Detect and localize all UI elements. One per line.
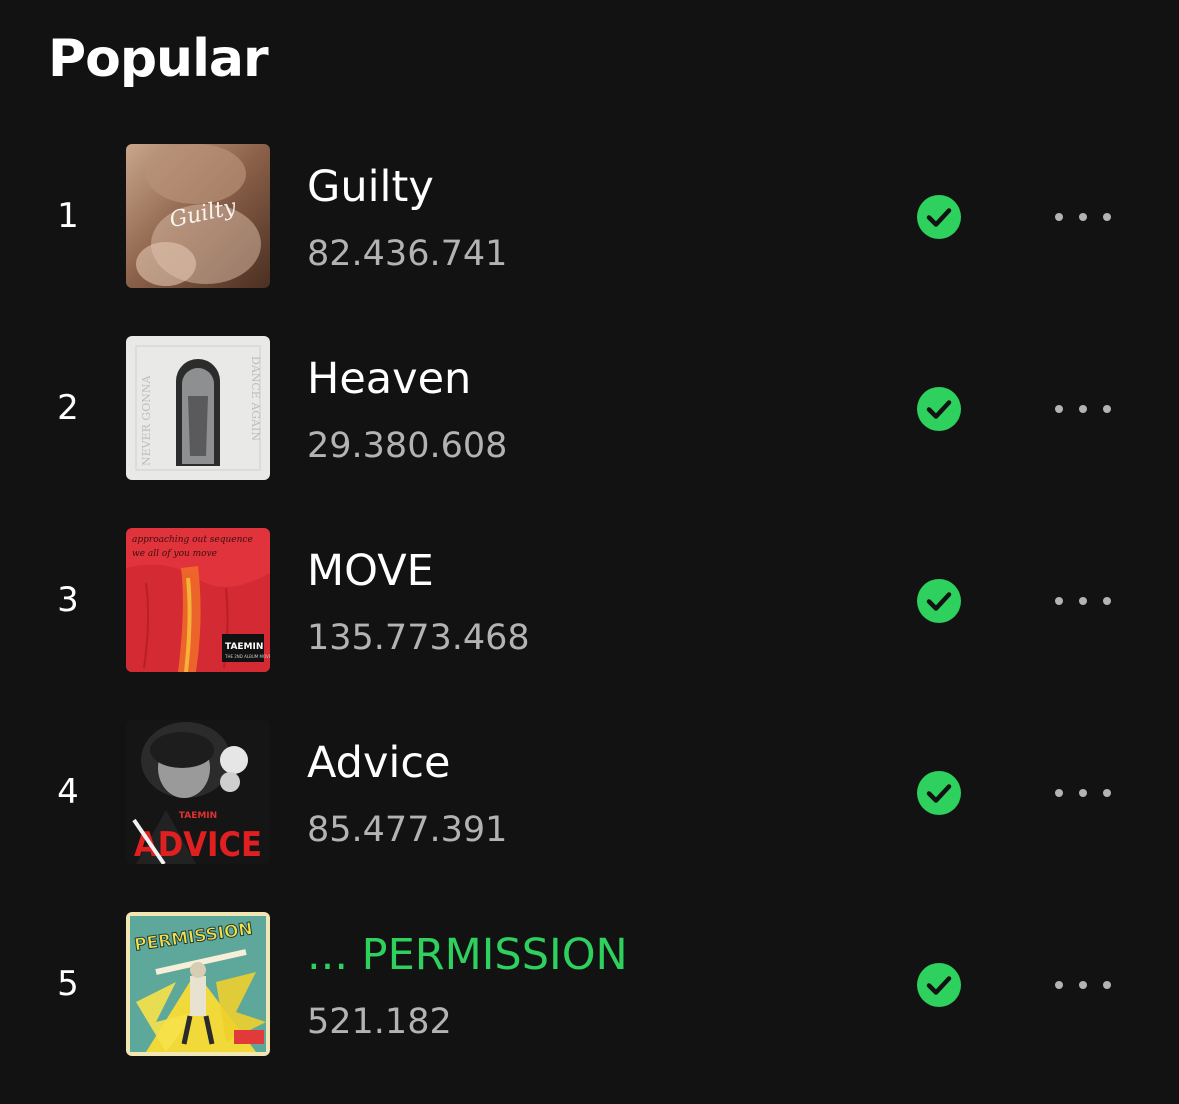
svg-text:we all of you move: we all of you move: [132, 549, 217, 559]
album-art-image: PERMISSION: [126, 912, 270, 1056]
track-rank: 5: [57, 964, 79, 1004]
track-title[interactable]: ... PERMISSION: [307, 928, 628, 982]
more-options-icon[interactable]: [1050, 202, 1116, 232]
svg-text:THE 2ND ALBUM MOVE: THE 2ND ALBUM MOVE: [224, 654, 270, 659]
more-options-icon[interactable]: [1050, 394, 1116, 424]
album-art-image: TAEMIN ADVICE: [126, 720, 270, 864]
track-row[interactable]: 4 TAEMIN ADVICE Advice 85.477.391: [0, 720, 1179, 864]
track-title[interactable]: Heaven: [307, 352, 471, 406]
track-title[interactable]: MOVE: [307, 544, 434, 598]
track-play-count: 29.380.608: [307, 426, 508, 466]
track-row[interactable]: 1 Guilty Guilty 82.436.741: [0, 144, 1179, 288]
album-art: TAEMIN ADVICE: [126, 720, 270, 864]
section-title: Popular: [48, 29, 269, 89]
track-row[interactable]: 5 PERMISSION ... PERMISSION 521.182: [0, 912, 1179, 1056]
track-rank: 3: [57, 580, 79, 620]
track-list: 1 Guilty Guilty 82.436.741 2 NEVER GONNA…: [0, 144, 1179, 1104]
more-options-icon[interactable]: [1050, 778, 1116, 808]
track-play-count: 85.477.391: [307, 810, 508, 850]
album-art: NEVER GONNA DANCE AGAIN: [126, 336, 270, 480]
track-row[interactable]: 3 approaching out sequence we all of you…: [0, 528, 1179, 672]
svg-text:approaching out sequence: approaching out sequence: [132, 535, 253, 545]
track-play-count: 135.773.468: [307, 618, 530, 658]
check-circle-icon[interactable]: [916, 770, 962, 816]
track-play-count: 521.182: [307, 1002, 452, 1042]
album-art-image: approaching out sequence we all of you m…: [126, 528, 270, 672]
check-circle-icon[interactable]: [916, 578, 962, 624]
track-title[interactable]: Advice: [307, 736, 450, 790]
track-rank: 2: [57, 388, 79, 428]
check-circle-icon[interactable]: [916, 962, 962, 1008]
album-art-image: Guilty: [126, 144, 270, 288]
more-options-icon[interactable]: [1050, 586, 1116, 616]
svg-text:TAEMIN: TAEMIN: [225, 642, 263, 652]
album-art: approaching out sequence we all of you m…: [126, 528, 270, 672]
more-options-icon[interactable]: [1050, 970, 1116, 1000]
album-art: Guilty: [126, 144, 270, 288]
track-rank: 4: [57, 772, 79, 812]
album-art-image: NEVER GONNA DANCE AGAIN: [126, 336, 270, 480]
track-title[interactable]: Guilty: [307, 160, 434, 214]
svg-text:DANCE AGAIN: DANCE AGAIN: [249, 356, 262, 441]
check-circle-icon[interactable]: [916, 386, 962, 432]
track-play-count: 82.436.741: [307, 234, 508, 274]
check-circle-icon[interactable]: [916, 194, 962, 240]
album-art: PERMISSION: [126, 912, 270, 1056]
svg-text:NEVER GONNA: NEVER GONNA: [140, 375, 153, 466]
svg-text:TAEMIN: TAEMIN: [179, 811, 217, 821]
track-rank: 1: [57, 196, 79, 236]
svg-text:ADVICE: ADVICE: [134, 825, 262, 864]
track-row[interactable]: 2 NEVER GONNA DANCE AGAIN Heaven 29.380.…: [0, 336, 1179, 480]
